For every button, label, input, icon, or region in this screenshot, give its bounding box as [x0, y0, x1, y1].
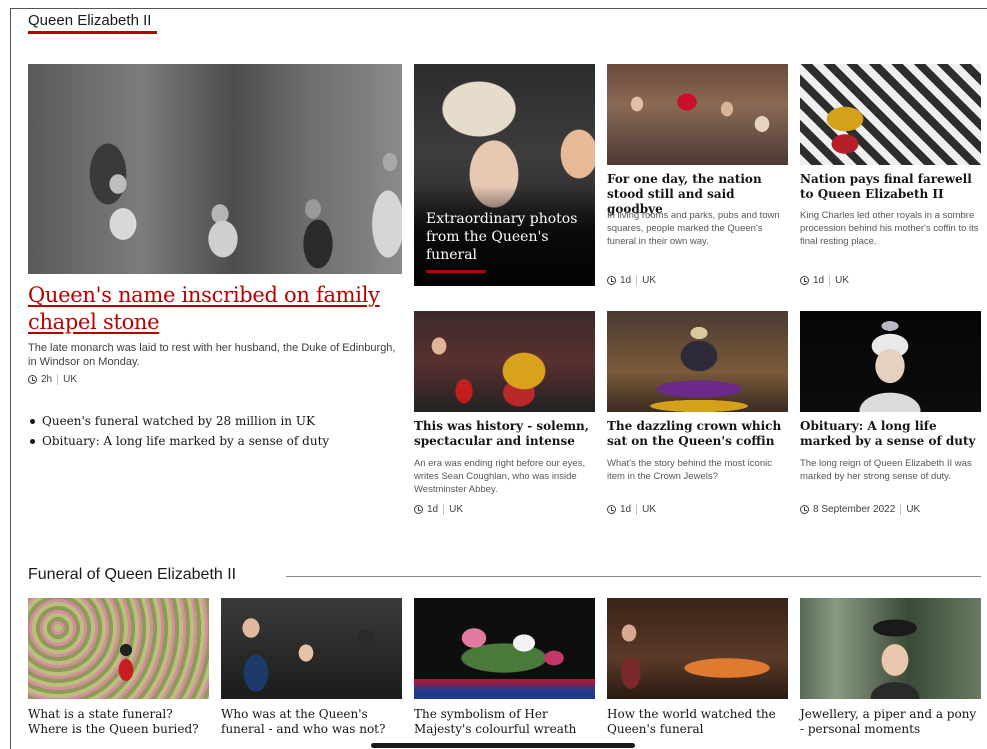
card-image[interactable]: [607, 311, 788, 412]
clock-icon: [607, 505, 616, 514]
meta-separator: [57, 374, 59, 385]
section2-title[interactable]: Funeral of Queen Elizabeth II: [28, 566, 236, 584]
lead-story-meta: 2h UK: [28, 374, 77, 385]
card-tag[interactable]: UK: [449, 504, 463, 515]
home-indicator[interactable]: [371, 743, 635, 748]
meta-separator: [829, 275, 831, 286]
bottom-story-image[interactable]: [28, 598, 209, 699]
card-title[interactable]: Nation pays final farewell to Queen Eliz…: [800, 172, 981, 202]
meta-separator: [636, 504, 638, 515]
card-meta: 1d UK: [800, 275, 849, 286]
card-image[interactable]: [414, 311, 595, 412]
bottom-story-title[interactable]: How the world watched the Queen's funera…: [607, 707, 788, 737]
card-time: 1d: [620, 275, 632, 286]
card-tag[interactable]: UK: [642, 504, 656, 515]
card-image[interactable]: [800, 311, 981, 412]
lead-story-image[interactable]: [28, 64, 402, 274]
meta-separator: [443, 504, 445, 515]
card-title[interactable]: This was history - solemn, spectacular a…: [414, 419, 595, 449]
clock-icon: [800, 276, 809, 285]
feature-title[interactable]: Extraordinary photos from the Queen's fu…: [426, 210, 586, 264]
lead-story-tag[interactable]: UK: [63, 374, 77, 385]
card-image[interactable]: [607, 64, 788, 165]
clock-icon: [607, 276, 616, 285]
card-title[interactable]: The dazzling crown which sat on the Quee…: [607, 419, 788, 449]
card-time: 1d: [813, 275, 825, 286]
clock-icon: [414, 505, 423, 514]
card-summary: King Charles led other royals in a sombr…: [800, 210, 979, 247]
clock-icon: [28, 375, 37, 384]
card-meta: 1d UK: [414, 504, 463, 515]
lead-story-summary: The late monarch was laid to rest with h…: [28, 342, 396, 368]
card-summary: What's the story behind the most iconic …: [607, 458, 772, 482]
bottom-story-title[interactable]: Jewellery, a piper and a pony - personal…: [800, 707, 981, 737]
lead-story-time: 2h: [41, 374, 53, 385]
bottom-story-title[interactable]: The symbolism of Her Majesty's colourful…: [414, 707, 595, 737]
bottom-story-image[interactable]: [414, 598, 595, 699]
section2-divider: [286, 576, 981, 577]
card-meta: 1d UK: [607, 504, 656, 515]
bottom-story-image[interactable]: [607, 598, 788, 699]
card-meta: 1d UK: [607, 275, 656, 286]
feature-underline: [426, 270, 486, 273]
section-title[interactable]: Queen Elizabeth II: [28, 12, 151, 29]
bottom-story-image[interactable]: [221, 598, 402, 699]
card-time: 1d: [620, 504, 632, 515]
card-time: 1d: [427, 504, 439, 515]
card-image[interactable]: [800, 64, 981, 165]
card-title[interactable]: Obituary: A long life marked by a sense …: [800, 419, 981, 449]
section-title-underline: [28, 31, 157, 34]
card-time: 8 September 2022: [813, 504, 896, 515]
feature-photo-gallery-card[interactable]: Extraordinary photos from the Queen's fu…: [414, 64, 595, 286]
card-summary: The long reign of Queen Elizabeth II was…: [800, 458, 972, 482]
related-link[interactable]: Queen's funeral watched by 28 million in…: [28, 411, 402, 431]
meta-separator: [900, 504, 902, 515]
related-link[interactable]: Obituary: A long life marked by a sense …: [28, 431, 402, 451]
bottom-story-image[interactable]: [800, 598, 981, 699]
meta-separator: [636, 275, 638, 286]
card-tag[interactable]: UK: [642, 275, 656, 286]
card-summary: An era was ending right before our eyes,…: [414, 458, 586, 495]
lead-story-headline[interactable]: Queen's name inscribed on family chapel …: [28, 282, 402, 336]
card-tag[interactable]: UK: [835, 275, 849, 286]
bottom-story-title[interactable]: What is a state funeral? Where is the Qu…: [28, 707, 209, 737]
clock-icon: [800, 505, 809, 514]
card-tag[interactable]: UK: [906, 504, 920, 515]
card-meta: 8 September 2022 UK: [800, 504, 920, 515]
related-links: Queen's funeral watched by 28 million in…: [28, 411, 402, 451]
bottom-story-title[interactable]: Who was at the Queen's funeral - and who…: [221, 707, 402, 737]
card-summary: In living rooms and parks, pubs and town…: [607, 210, 780, 247]
